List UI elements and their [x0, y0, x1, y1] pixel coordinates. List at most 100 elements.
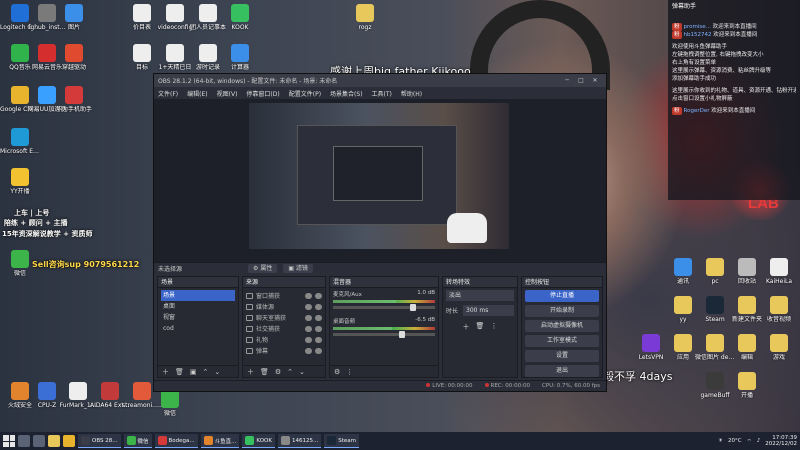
scene-item[interactable]: 桌面	[161, 301, 235, 312]
taskbar-app-5[interactable]: 146125...	[277, 434, 322, 448]
clock[interactable]: 17:07:39 2022/12/02	[765, 435, 797, 448]
desktop-icon-left-5[interactable]: 穿越驱动	[54, 44, 94, 71]
fader-knob[interactable]	[409, 304, 416, 311]
danmu-chat-panel[interactable]: 弹幕助手 粉 promise... 欢迎来到本直播间粉 hb152742 欢迎来到本…	[668, 0, 800, 200]
taskbar-app-2[interactable]: Bodega...	[154, 434, 198, 448]
scene-item[interactable]: 视窗	[161, 312, 235, 323]
chevron-down-icon[interactable]: ⌄	[214, 368, 220, 376]
volume-icon[interactable]: ♪	[757, 438, 761, 444]
gear-icon[interactable]: ⚙	[275, 368, 281, 376]
duration-input[interactable]: 300 ms	[463, 305, 514, 316]
maximize-icon[interactable]: □	[574, 77, 588, 84]
lock-icon[interactable]	[315, 292, 322, 299]
search-icon[interactable]	[18, 435, 30, 447]
obs-menu-item-2[interactable]: 视图(V)	[217, 89, 238, 98]
fader-knob[interactable]	[399, 331, 406, 338]
lock-icon[interactable]	[315, 303, 322, 310]
trash-icon[interactable]: 🗑	[175, 368, 184, 376]
close-icon[interactable]: ✕	[588, 77, 602, 84]
eye-icon[interactable]	[305, 292, 312, 299]
control-button-0[interactable]: 停止直播	[525, 290, 599, 302]
source-item[interactable]: 社交捕获	[246, 323, 322, 334]
lock-icon[interactable]	[315, 314, 322, 321]
lock-icon[interactable]	[315, 347, 322, 354]
desktop-icon-bottom-5[interactable]: 微信	[150, 390, 190, 417]
obs-menu-item-0[interactable]: 文件(F)	[158, 89, 178, 98]
eye-icon[interactable]	[305, 336, 312, 343]
more-icon[interactable]: ⋮	[346, 368, 353, 376]
task-view-icon[interactable]	[33, 435, 45, 447]
control-button-2[interactable]: 启动虚拟摄像机	[525, 320, 599, 332]
source-item[interactable]: 媒体源	[246, 301, 322, 312]
properties-button[interactable]: ⚙ 属性	[248, 264, 278, 273]
chevron-up-icon[interactable]: ⌃	[287, 368, 293, 376]
eye-icon[interactable]	[305, 314, 312, 321]
explorer-icon[interactable]	[48, 435, 60, 447]
desktop-icon-right-14[interactable]: 开播	[727, 372, 767, 399]
source-item[interactable]: 窗口捕获	[246, 290, 322, 301]
obs-menu-item-6[interactable]: 工具(T)	[372, 89, 392, 98]
chat-username[interactable]: hb152742	[684, 32, 714, 38]
desktop-icon-top-3[interactable]: KOOK	[220, 4, 260, 31]
gear-icon[interactable]: ⚙	[334, 368, 340, 376]
desktop-icon-left-10[interactable]: YY开播	[0, 168, 40, 195]
obs-menu-item-7[interactable]: 帮助(H)	[401, 89, 422, 98]
source-item[interactable]: 聊天室捕获	[246, 312, 322, 323]
filter-icon[interactable]: ▣	[190, 368, 197, 376]
more-icon[interactable]: ⋮	[490, 322, 497, 332]
taskbar-app-4[interactable]: KOOK	[242, 434, 275, 448]
obs-preview-canvas[interactable]	[249, 103, 509, 249]
filters-button[interactable]: ▣ 滤镜	[283, 264, 313, 273]
control-button-5[interactable]: 退出	[525, 365, 599, 377]
desktop-icon-top-8[interactable]: 计算器	[220, 44, 260, 71]
trash-icon[interactable]: 🗑	[260, 368, 269, 376]
desktop-icon-top-4[interactable]: rogz	[345, 4, 385, 31]
source-item[interactable]: 礼物	[246, 334, 322, 345]
minimize-icon[interactable]: ─	[560, 77, 574, 84]
lock-icon[interactable]	[315, 336, 322, 343]
trash-icon[interactable]: 🗑	[476, 322, 485, 332]
control-button-3[interactable]: 工作室模式	[525, 335, 599, 347]
taskbar-app-6[interactable]: Steam	[324, 434, 359, 448]
eye-icon[interactable]	[305, 303, 312, 310]
desktop-icon-left-9[interactable]: Microsoft Edge	[0, 128, 40, 155]
obs-menu-item-5[interactable]: 场景集合(S)	[330, 89, 363, 98]
desktop-icon-right-12[interactable]: 游戏	[759, 334, 799, 361]
chat-username[interactable]: RogerDer	[684, 108, 712, 114]
add-icon[interactable]: ＋	[247, 367, 254, 377]
obs-menu-item-4[interactable]: 配置文件(P)	[289, 89, 321, 98]
weather-icon[interactable]: ☀	[718, 438, 723, 444]
eye-icon[interactable]	[305, 325, 312, 332]
obs-preview-area[interactable]	[154, 99, 606, 262]
obs-window[interactable]: OBS 28.1.2 (64-bit, windows) - 配置文件: 未命名…	[153, 73, 607, 392]
chat-username[interactable]: promise...	[684, 24, 713, 30]
transition-select[interactable]: 淡出	[446, 290, 514, 301]
obs-menu-item-3[interactable]: 停靠窗口(D)	[246, 89, 279, 98]
obs-title-bar[interactable]: OBS 28.1.2 (64-bit, windows) - 配置文件: 未命名…	[154, 74, 606, 87]
taskbar-app-0[interactable]: OBS 28...	[78, 434, 121, 448]
chevron-down-icon[interactable]: ⌄	[299, 368, 305, 376]
add-icon[interactable]: ＋	[162, 367, 169, 377]
desktop-icon-left-2[interactable]: 图片	[54, 4, 94, 31]
scene-item[interactable]: cod	[161, 323, 235, 334]
desktop-icon-left-8[interactable]: 华为手机助手	[54, 86, 94, 113]
obs-menu-item-1[interactable]: 编辑(E)	[187, 89, 207, 98]
add-icon[interactable]: ＋	[463, 322, 470, 332]
eye-icon[interactable]	[305, 347, 312, 354]
control-button-1[interactable]: 开始录制	[525, 305, 599, 317]
volume-fader[interactable]	[333, 304, 435, 311]
desktop-icon-right-7[interactable]: 收音视频	[759, 296, 799, 323]
chrome-icon[interactable]	[63, 435, 75, 447]
network-icon[interactable]: ⌔	[747, 438, 752, 445]
windows-start-icon[interactable]	[3, 435, 15, 447]
source-item[interactable]: 弹幕	[246, 345, 322, 356]
taskbar-app-label: KOOK	[256, 437, 272, 444]
desktop-icon-right-3[interactable]: KaiHeiLa	[759, 258, 799, 285]
scene-item[interactable]: 场景	[161, 290, 235, 301]
lock-icon[interactable]	[315, 325, 322, 332]
volume-fader[interactable]	[333, 331, 435, 338]
control-button-4[interactable]: 设置	[525, 350, 599, 362]
chevron-up-icon[interactable]: ⌃	[203, 368, 209, 376]
taskbar-app-1[interactable]: 微信	[123, 434, 152, 448]
taskbar-app-3[interactable]: 斗鱼直...	[200, 434, 240, 448]
